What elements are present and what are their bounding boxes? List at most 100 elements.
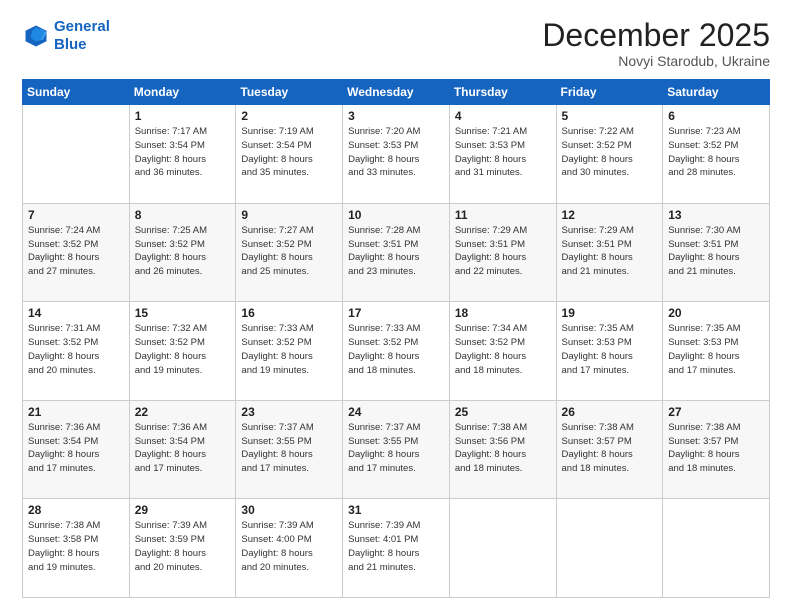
logo-icon <box>22 22 50 50</box>
logo-blue: Blue <box>54 36 87 53</box>
day-number: 29 <box>135 503 231 517</box>
day-info: Sunrise: 7:32 AM Sunset: 3:52 PM Dayligh… <box>135 322 231 377</box>
calendar-cell: 8 Sunrise: 7:25 AM Sunset: 3:52 PM Daylig… <box>129 203 236 302</box>
calendar-cell: 20 Sunrise: 7:35 AM Sunset: 3:53 PM Dayli… <box>663 302 770 401</box>
calendar-cell: 31Sunrise: 7:39 AM Sunset: 4:01 PM Dayli… <box>343 499 450 598</box>
day-number: 3 <box>348 109 444 123</box>
calendar-cell <box>23 105 130 204</box>
weekday-header-wednesday: Wednesday <box>343 80 450 105</box>
day-info: Sunrise: 7:37 AM Sunset: 3:55 PM Dayligh… <box>241 421 337 476</box>
calendar-cell: 4Sunrise: 7:21 AM Sunset: 3:53 PM Daylig… <box>449 105 556 204</box>
calendar-cell: 11 Sunrise: 7:29 AM Sunset: 3:51 PM Dayli… <box>449 203 556 302</box>
day-number: 7 <box>28 208 124 222</box>
day-number: 4 <box>455 109 551 123</box>
day-info: Sunrise: 7:39 AM Sunset: 4:01 PM Dayligh… <box>348 519 444 574</box>
calendar-cell: 1 Sunrise: 7:17 AM Sunset: 3:54 PM Daylig… <box>129 105 236 204</box>
calendar-cell: 2 Sunrise: 7:19 AM Sunset: 3:54 PM Daylig… <box>236 105 343 204</box>
weekday-header-tuesday: Tuesday <box>236 80 343 105</box>
weekday-header-monday: Monday <box>129 80 236 105</box>
weekday-header-friday: Friday <box>556 80 663 105</box>
day-info: Sunrise: 7:37 AM Sunset: 3:55 PM Dayligh… <box>348 421 444 476</box>
day-info: Sunrise: 7:38 AM Sunset: 3:57 PM Dayligh… <box>668 421 764 476</box>
day-info: Sunrise: 7:33 AM Sunset: 3:52 PM Dayligh… <box>348 322 444 377</box>
calendar-cell: 23 Sunrise: 7:37 AM Sunset: 3:55 PM Dayli… <box>236 400 343 499</box>
day-info: Sunrise: 7:20 AM Sunset: 3:53 PM Dayligh… <box>348 125 444 180</box>
day-info: Sunrise: 7:30 AM Sunset: 3:51 PM Dayligh… <box>668 224 764 279</box>
day-number: 14 <box>28 306 124 320</box>
day-info: Sunrise: 7:38 AM Sunset: 3:56 PM Dayligh… <box>455 421 551 476</box>
calendar-cell: 6Sunrise: 7:23 AM Sunset: 3:52 PM Daylig… <box>663 105 770 204</box>
calendar-cell: 10 Sunrise: 7:28 AM Sunset: 3:51 PM Dayli… <box>343 203 450 302</box>
week-row-4: 21 Sunrise: 7:36 AM Sunset: 3:54 PM Dayli… <box>23 400 770 499</box>
calendar-cell: 27 Sunrise: 7:38 AM Sunset: 3:57 PM Dayli… <box>663 400 770 499</box>
day-number: 11 <box>455 208 551 222</box>
day-number: 27 <box>668 405 764 419</box>
day-number: 20 <box>668 306 764 320</box>
calendar-cell: 13 Sunrise: 7:30 AM Sunset: 3:51 PM Dayli… <box>663 203 770 302</box>
week-row-2: 7 Sunrise: 7:24 AM Sunset: 3:52 PM Daylig… <box>23 203 770 302</box>
logo-general: General <box>54 18 110 35</box>
day-number: 12 <box>562 208 658 222</box>
day-info: Sunrise: 7:36 AM Sunset: 3:54 PM Dayligh… <box>135 421 231 476</box>
day-info: Sunrise: 7:28 AM Sunset: 3:51 PM Dayligh… <box>348 224 444 279</box>
day-number: 10 <box>348 208 444 222</box>
day-info: Sunrise: 7:39 AM Sunset: 4:00 PM Dayligh… <box>241 519 337 574</box>
day-info: Sunrise: 7:35 AM Sunset: 3:53 PM Dayligh… <box>562 322 658 377</box>
calendar-cell: 5 Sunrise: 7:22 AM Sunset: 3:52 PM Daylig… <box>556 105 663 204</box>
calendar-cell: 12 Sunrise: 7:29 AM Sunset: 3:51 PM Dayli… <box>556 203 663 302</box>
day-info: Sunrise: 7:31 AM Sunset: 3:52 PM Dayligh… <box>28 322 124 377</box>
day-info: Sunrise: 7:19 AM Sunset: 3:54 PM Dayligh… <box>241 125 337 180</box>
calendar-cell: 28Sunrise: 7:38 AM Sunset: 3:58 PM Dayli… <box>23 499 130 598</box>
calendar-cell: 16Sunrise: 7:33 AM Sunset: 3:52 PM Dayli… <box>236 302 343 401</box>
calendar-cell: 3 Sunrise: 7:20 AM Sunset: 3:53 PM Daylig… <box>343 105 450 204</box>
day-info: Sunrise: 7:35 AM Sunset: 3:53 PM Dayligh… <box>668 322 764 377</box>
day-number: 23 <box>241 405 337 419</box>
day-number: 22 <box>135 405 231 419</box>
calendar-cell <box>556 499 663 598</box>
title-block: December 2025 Novyi Starodub, Ukraine <box>542 18 770 69</box>
day-number: 24 <box>348 405 444 419</box>
calendar-cell: 24 Sunrise: 7:37 AM Sunset: 3:55 PM Dayli… <box>343 400 450 499</box>
day-info: Sunrise: 7:29 AM Sunset: 3:51 PM Dayligh… <box>455 224 551 279</box>
day-number: 21 <box>28 405 124 419</box>
day-number: 26 <box>562 405 658 419</box>
calendar-cell: 29Sunrise: 7:39 AM Sunset: 3:59 PM Dayli… <box>129 499 236 598</box>
calendar-cell <box>449 499 556 598</box>
day-number: 13 <box>668 208 764 222</box>
calendar-cell: 15 Sunrise: 7:32 AM Sunset: 3:52 PM Dayli… <box>129 302 236 401</box>
calendar-cell <box>663 499 770 598</box>
logo: General Blue <box>22 18 110 54</box>
day-number: 2 <box>241 109 337 123</box>
day-number: 5 <box>562 109 658 123</box>
day-info: Sunrise: 7:17 AM Sunset: 3:54 PM Dayligh… <box>135 125 231 180</box>
calendar-table: SundayMondayTuesdayWednesdayThursdayFrid… <box>22 79 770 598</box>
calendar-cell: 21 Sunrise: 7:36 AM Sunset: 3:54 PM Dayli… <box>23 400 130 499</box>
day-info: Sunrise: 7:25 AM Sunset: 3:52 PM Dayligh… <box>135 224 231 279</box>
day-number: 25 <box>455 405 551 419</box>
calendar-cell: 25 Sunrise: 7:38 AM Sunset: 3:56 PM Dayli… <box>449 400 556 499</box>
day-number: 16 <box>241 306 337 320</box>
calendar-cell: 18 Sunrise: 7:34 AM Sunset: 3:52 PM Dayli… <box>449 302 556 401</box>
header: General Blue December 2025 Novyi Starodu… <box>22 18 770 69</box>
weekday-header-row: SundayMondayTuesdayWednesdayThursdayFrid… <box>23 80 770 105</box>
day-info: Sunrise: 7:34 AM Sunset: 3:52 PM Dayligh… <box>455 322 551 377</box>
day-number: 15 <box>135 306 231 320</box>
day-number: 8 <box>135 208 231 222</box>
calendar-cell: 17 Sunrise: 7:33 AM Sunset: 3:52 PM Dayli… <box>343 302 450 401</box>
day-info: Sunrise: 7:24 AM Sunset: 3:52 PM Dayligh… <box>28 224 124 279</box>
calendar-cell: 9Sunrise: 7:27 AM Sunset: 3:52 PM Daylig… <box>236 203 343 302</box>
calendar-cell: 19 Sunrise: 7:35 AM Sunset: 3:53 PM Dayli… <box>556 302 663 401</box>
calendar-cell: 22 Sunrise: 7:36 AM Sunset: 3:54 PM Dayli… <box>129 400 236 499</box>
weekday-header-thursday: Thursday <box>449 80 556 105</box>
day-info: Sunrise: 7:29 AM Sunset: 3:51 PM Dayligh… <box>562 224 658 279</box>
day-number: 17 <box>348 306 444 320</box>
week-row-5: 28Sunrise: 7:38 AM Sunset: 3:58 PM Dayli… <box>23 499 770 598</box>
day-number: 19 <box>562 306 658 320</box>
day-number: 1 <box>135 109 231 123</box>
day-number: 28 <box>28 503 124 517</box>
day-info: Sunrise: 7:36 AM Sunset: 3:54 PM Dayligh… <box>28 421 124 476</box>
day-info: Sunrise: 7:22 AM Sunset: 3:52 PM Dayligh… <box>562 125 658 180</box>
location: Novyi Starodub, Ukraine <box>542 53 770 69</box>
day-number: 18 <box>455 306 551 320</box>
calendar-cell: 7 Sunrise: 7:24 AM Sunset: 3:52 PM Daylig… <box>23 203 130 302</box>
